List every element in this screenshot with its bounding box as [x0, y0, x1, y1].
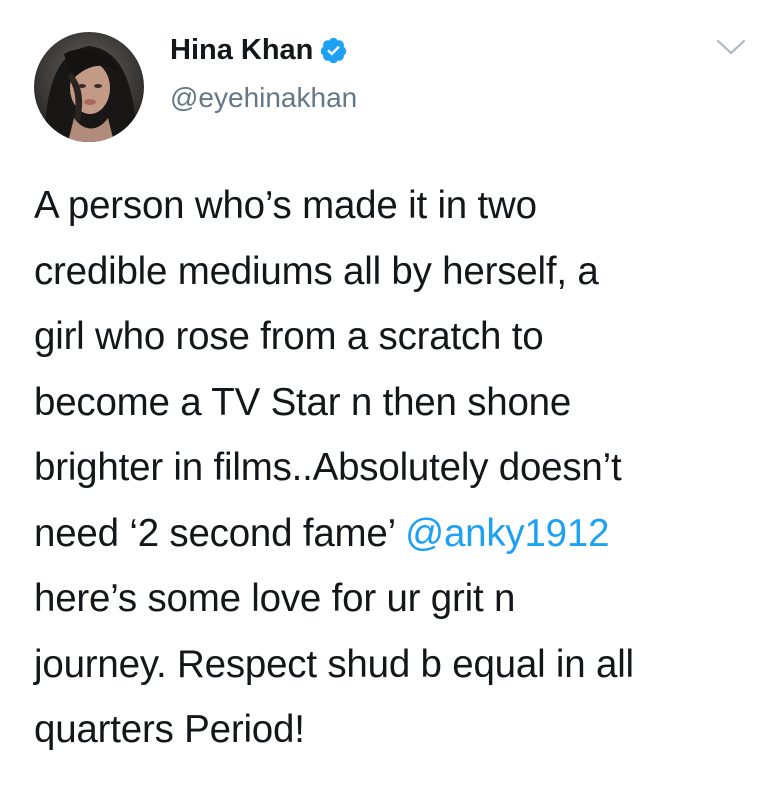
mention-link[interactable]: @anky1912	[405, 512, 609, 555]
tweet-line-2: credible mediums all by herself, a	[34, 249, 599, 293]
tweet-line-4: become a TV Star n then shone	[34, 380, 572, 424]
tweet-line-3: girl who rose from a scratch to	[34, 315, 544, 358]
tweet-line-8: journey. Respect shud b equal in all	[34, 642, 634, 686]
avatar[interactable]	[34, 32, 144, 142]
tweet-line-6-text: need ‘2 second fame’	[34, 511, 406, 555]
verified-badge-icon	[321, 37, 347, 64]
tweet-line-1: A person who’s made it in two	[34, 184, 537, 227]
tweet-line-5: brighter in films..Absolutely doesn’t	[34, 446, 622, 489]
author-name-row[interactable]: Hina Khan	[170, 34, 348, 67]
chevron-down-icon[interactable]	[714, 36, 748, 58]
tweet-line-6: need ‘2 second fame’ @anky1912	[34, 501, 744, 567]
author-display-name[interactable]: Hina Khan	[170, 34, 313, 67]
author-handle[interactable]: @eyehinakhan	[170, 82, 357, 114]
tweet-line-7: here’s some love for ur grit n	[34, 577, 516, 620]
tweet-text: A person who’s made it in two credible m…	[34, 173, 744, 763]
tweet-line-9: quarters Period!	[34, 708, 305, 751]
